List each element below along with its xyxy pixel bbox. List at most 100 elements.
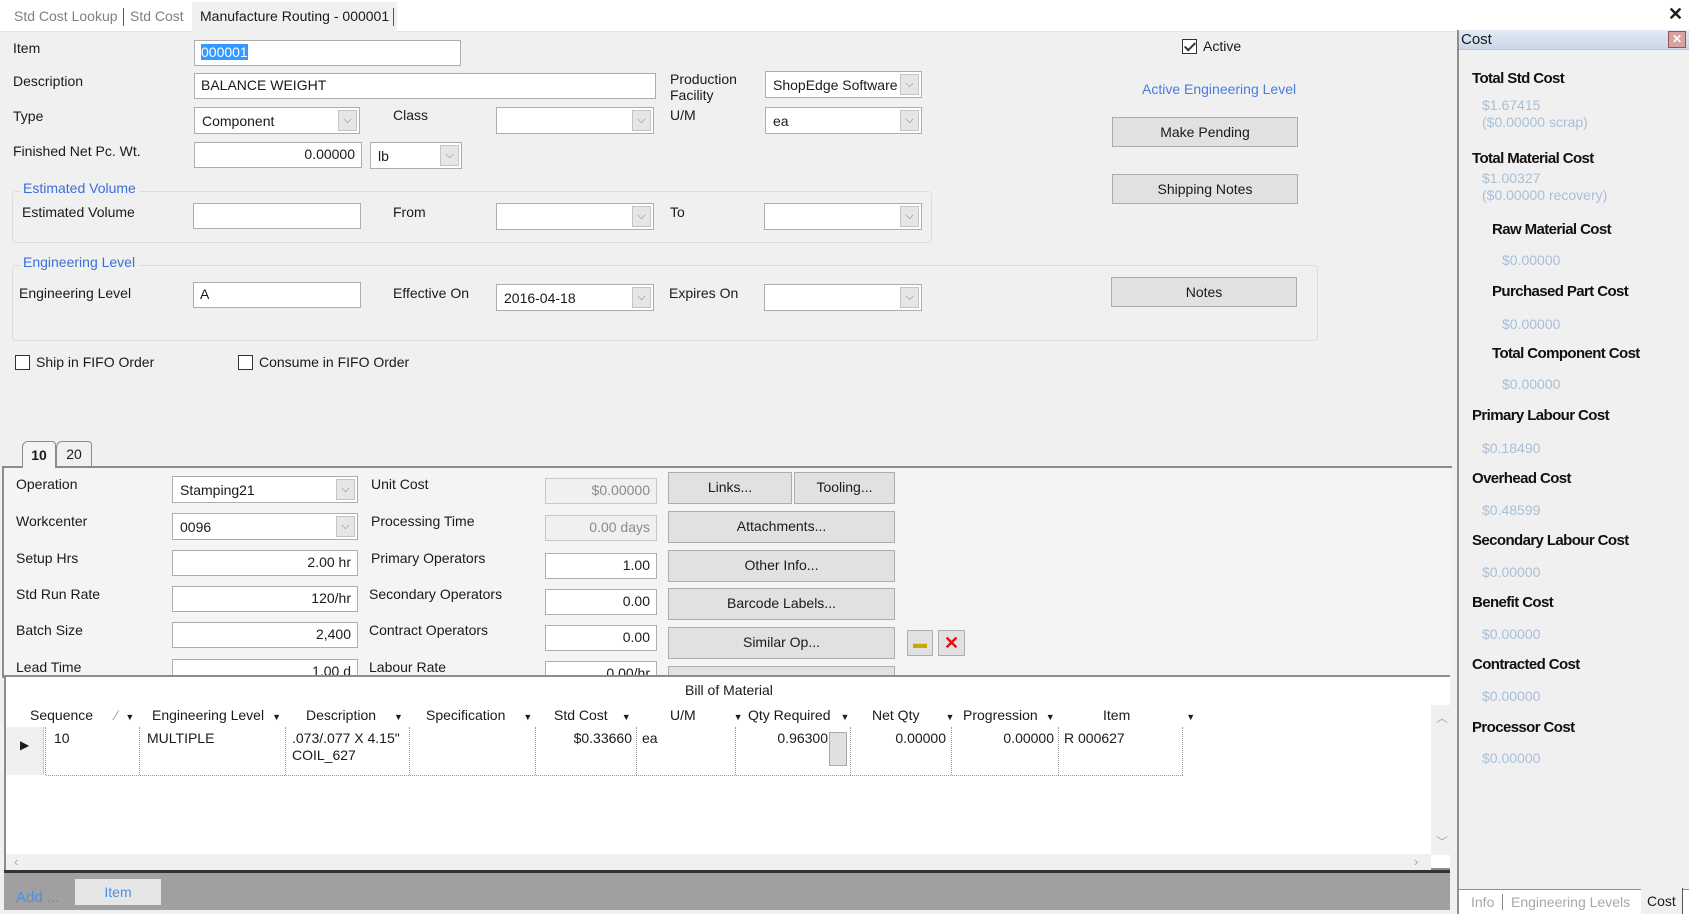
effective-on-select[interactable]: 2016-04-18 ⌵ bbox=[496, 284, 654, 311]
cell-item[interactable]: R 000627 bbox=[1064, 730, 1125, 746]
um-select[interactable]: ea ⌵ bbox=[765, 107, 922, 134]
cell-sequence[interactable]: 10 bbox=[54, 730, 70, 746]
chevron-down-icon[interactable]: ⌵ bbox=[338, 110, 357, 131]
ship-fifo-checkbox[interactable] bbox=[15, 355, 30, 370]
cell-description-line1[interactable]: .073/.077 X 4.15" bbox=[292, 730, 400, 746]
tab-info[interactable]: Info bbox=[1471, 894, 1494, 910]
operation-select[interactable]: Stamping21 ⌵ bbox=[172, 476, 358, 503]
chevron-down-icon[interactable]: ⌵ bbox=[632, 110, 651, 131]
weight-unit-select[interactable]: lb ⌵ bbox=[370, 142, 462, 169]
filter-dropdown-icon[interactable]: ▼ bbox=[945, 712, 954, 722]
tab-cost[interactable]: Cost bbox=[1641, 888, 1683, 914]
chevron-down-icon[interactable]: ⌵ bbox=[900, 206, 919, 227]
filter-dropdown-icon[interactable]: ▼ bbox=[734, 712, 743, 722]
scroll-up-icon[interactable]: ︿ bbox=[1436, 709, 1448, 726]
scroll-left-icon[interactable]: ‹ bbox=[14, 854, 18, 869]
batch-size-input[interactable]: 2,400 bbox=[172, 622, 358, 648]
column-header-um[interactable]: U/M ▼ bbox=[670, 707, 743, 723]
chevron-down-icon[interactable]: ⌵ bbox=[336, 516, 355, 537]
barcode-labels-button[interactable]: Barcode Labels... bbox=[668, 588, 895, 620]
cell-um[interactable]: ea bbox=[642, 730, 658, 746]
cell-progression[interactable]: 0.00000 bbox=[958, 730, 1054, 746]
class-select[interactable]: ⌵ bbox=[496, 107, 654, 134]
filter-dropdown-icon[interactable]: ▼ bbox=[272, 712, 281, 722]
cell-engineering-level[interactable]: MULTIPLE bbox=[147, 730, 214, 746]
shipping-notes-button[interactable]: Shipping Notes bbox=[1112, 174, 1298, 204]
secondary-operators-input[interactable]: 0.00 bbox=[545, 589, 657, 615]
filter-dropdown-icon[interactable]: ▼ bbox=[622, 712, 631, 722]
engineering-level-input[interactable]: A bbox=[193, 282, 361, 308]
item-input[interactable]: 000001 bbox=[194, 40, 461, 66]
tooling-button[interactable]: Tooling... bbox=[794, 472, 895, 504]
cell-qty-required[interactable]: 0.96300 bbox=[742, 730, 828, 746]
to-select[interactable]: ⌵ bbox=[764, 203, 922, 230]
column-header-sequence[interactable]: Sequence ⁄ ▼ bbox=[30, 707, 134, 723]
delete-icon[interactable]: ✕ bbox=[938, 630, 965, 656]
chevron-down-icon[interactable]: ⌵ bbox=[336, 479, 355, 500]
filter-dropdown-icon[interactable]: ▼ bbox=[394, 712, 403, 722]
cell-net-qty[interactable]: 0.00000 bbox=[856, 730, 946, 746]
open-folder-icon[interactable]: ▬ bbox=[907, 630, 933, 656]
operation-tab-20[interactable]: 20 bbox=[56, 441, 92, 466]
chevron-down-icon[interactable]: ⌵ bbox=[900, 110, 919, 131]
from-select[interactable]: ⌵ bbox=[496, 203, 654, 230]
consume-fifo-checkbox[interactable] bbox=[238, 355, 253, 370]
tab-std-cost-lookup[interactable]: Std Cost Lookup bbox=[14, 8, 118, 24]
column-header-description[interactable]: Description ▼ bbox=[306, 707, 403, 723]
chevron-down-icon[interactable]: ⌵ bbox=[632, 287, 651, 308]
links-button[interactable]: Links... bbox=[668, 472, 792, 504]
vertical-scrollbar[interactable]: ︿ ﹀ bbox=[1431, 705, 1451, 855]
tab-std-cost[interactable]: Std Cost bbox=[130, 8, 184, 24]
column-header-progression[interactable]: Progression ▼ bbox=[963, 707, 1055, 723]
tab-engineering-levels[interactable]: Engineering Levels bbox=[1511, 894, 1630, 910]
column-header-std-cost[interactable]: Std Cost ▼ bbox=[554, 707, 631, 723]
qty-required-button[interactable] bbox=[829, 732, 847, 766]
cell-std-cost[interactable]: $0.33660 bbox=[542, 730, 632, 746]
column-header-label: Qty Required bbox=[748, 707, 831, 723]
estimated-volume-group-title: Estimated Volume bbox=[20, 180, 139, 196]
contract-operators-input[interactable]: 0.00 bbox=[545, 625, 657, 651]
row-selector[interactable]: ▶ bbox=[6, 727, 44, 775]
filter-dropdown-icon[interactable]: ▼ bbox=[125, 712, 134, 722]
add-item-button[interactable]: Item bbox=[75, 879, 161, 905]
similar-op-button[interactable]: Similar Op... bbox=[668, 627, 895, 659]
filter-dropdown-icon[interactable]: ▼ bbox=[1186, 712, 1195, 722]
tab-manufacture-routing[interactable]: Manufacture Routing - 000001 bbox=[192, 2, 398, 32]
column-header-qty-required[interactable]: Qty Required ▼ bbox=[748, 707, 849, 723]
column-header-specification[interactable]: Specification ▼ bbox=[426, 707, 532, 723]
filter-dropdown-icon[interactable]: ▼ bbox=[523, 712, 532, 722]
chevron-down-icon[interactable]: ⌵ bbox=[440, 145, 459, 166]
horizontal-scrollbar[interactable]: ‹ › bbox=[6, 854, 1431, 870]
estimated-volume-input[interactable] bbox=[193, 203, 361, 229]
filter-dropdown-icon[interactable]: ▼ bbox=[840, 712, 849, 722]
std-run-rate-input[interactable]: 120/hr bbox=[172, 586, 358, 612]
cell-description-line2[interactable]: COIL_627 bbox=[292, 747, 356, 763]
column-header-net-qty[interactable]: Net Qty ▼ bbox=[872, 707, 954, 723]
close-panel-icon[interactable]: ✕ bbox=[1668, 31, 1686, 48]
scroll-down-icon[interactable]: ﹀ bbox=[1436, 833, 1448, 850]
filter-dropdown-icon[interactable]: ▼ bbox=[1046, 712, 1055, 722]
column-header-item[interactable]: Item ▼ bbox=[1103, 707, 1195, 723]
active-checkbox[interactable] bbox=[1182, 39, 1197, 54]
chevron-down-icon[interactable]: ⌵ bbox=[632, 206, 651, 227]
chevron-down-icon[interactable]: ⌵ bbox=[900, 74, 919, 95]
operation-tab-10[interactable]: 10 bbox=[22, 441, 56, 468]
notes-button[interactable]: Notes bbox=[1111, 277, 1297, 307]
other-info-button[interactable]: Other Info... bbox=[668, 550, 895, 582]
finished-net-wt-input[interactable]: 0.00000 bbox=[194, 142, 362, 168]
setup-hrs-input[interactable]: 2.00 hr bbox=[172, 550, 358, 576]
description-input[interactable]: BALANCE WEIGHT bbox=[194, 73, 656, 99]
close-icon[interactable]: ✕ bbox=[1668, 4, 1683, 25]
add-link[interactable]: Add ... bbox=[16, 889, 59, 906]
primary-operators-input[interactable]: 1.00 bbox=[545, 553, 657, 579]
production-facility-select[interactable]: ShopEdge Software ⌵ bbox=[765, 71, 922, 98]
chevron-down-icon[interactable]: ⌵ bbox=[900, 287, 919, 308]
type-select[interactable]: Component ⌵ bbox=[194, 107, 360, 134]
attachments-button[interactable]: Attachments... bbox=[668, 511, 895, 543]
scroll-right-icon[interactable]: › bbox=[1414, 854, 1418, 869]
expires-on-select[interactable]: ⌵ bbox=[764, 284, 922, 311]
active-engineering-level-link[interactable]: Active Engineering Level bbox=[1142, 81, 1296, 97]
column-header-engineering-level[interactable]: Engineering Level ▼ bbox=[152, 707, 281, 723]
make-pending-button[interactable]: Make Pending bbox=[1112, 117, 1298, 147]
workcenter-select[interactable]: 0096 ⌵ bbox=[172, 513, 358, 540]
